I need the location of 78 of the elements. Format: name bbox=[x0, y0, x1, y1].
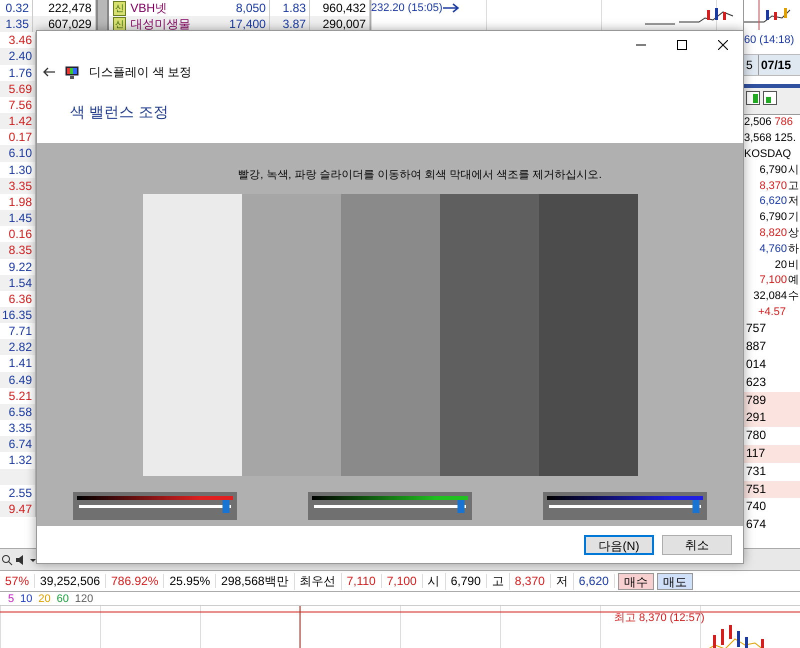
legend-item: 10 bbox=[20, 592, 32, 604]
new-badge: 신 bbox=[112, 16, 126, 32]
color-slider[interactable] bbox=[308, 492, 472, 520]
trade-button[interactable]: 매도 bbox=[656, 572, 693, 590]
slider-thumb[interactable] bbox=[692, 500, 700, 513]
stat-value: 57% bbox=[0, 574, 36, 588]
dialog-button[interactable]: 취소 bbox=[662, 534, 732, 554]
quote-value: 786 bbox=[774, 116, 793, 130]
quote-text: 고 bbox=[788, 180, 799, 193]
quote-value: 125. bbox=[774, 132, 796, 146]
new-badge: 신 bbox=[112, 0, 126, 16]
market-label: KOSDAQ bbox=[744, 148, 792, 161]
chart-label: 최고 8,370 (12:57) bbox=[614, 611, 704, 625]
chart-label: 60 (14:18) bbox=[744, 33, 796, 48]
column-splitter bbox=[96, 0, 109, 16]
stat-value: 6,790 bbox=[446, 574, 487, 588]
quote-text: 6,620 bbox=[759, 195, 787, 208]
stat-value: 8,370 bbox=[510, 574, 551, 588]
color-slider[interactable] bbox=[73, 492, 237, 520]
legend-item: 5 bbox=[8, 592, 14, 604]
window-title: 디스플레이 색 보정 bbox=[89, 64, 192, 80]
slider-thumb[interactable] bbox=[458, 500, 465, 513]
close-icon[interactable] bbox=[718, 40, 728, 50]
stock-name[interactable]: 대성미생물 bbox=[130, 16, 214, 33]
legend-item: 120 bbox=[74, 592, 94, 604]
list-cell: 789 bbox=[744, 392, 800, 410]
quote-text: 32,084 bbox=[753, 290, 787, 304]
trade-button[interactable]: 매수 bbox=[618, 572, 654, 590]
quote-text: 8,820 bbox=[759, 226, 787, 240]
quote-text: 20 bbox=[774, 258, 787, 272]
stat-value: 25.95% bbox=[164, 574, 216, 588]
quote-text: 8,370 bbox=[759, 180, 787, 193]
stat-value: 7,100 bbox=[382, 574, 423, 588]
legend-item: 20 bbox=[38, 592, 51, 604]
search-icon[interactable] bbox=[1, 554, 13, 566]
quote-text: 6,790 bbox=[759, 164, 787, 177]
stat-value: 저 bbox=[550, 572, 574, 590]
stat-value: 고 bbox=[486, 572, 510, 590]
stat-value: 298,568백만 bbox=[216, 572, 295, 590]
quote-text: 7,100 bbox=[759, 274, 787, 288]
list-cell: 751 bbox=[744, 480, 800, 498]
date-cell: 5 bbox=[744, 55, 759, 75]
quote-text: 4,760 bbox=[759, 242, 787, 256]
monitor-icon bbox=[65, 66, 79, 78]
quote-text: 예 bbox=[788, 274, 799, 288]
quote-text: 하 bbox=[788, 242, 799, 256]
chart-icon[interactable] bbox=[763, 91, 777, 105]
change-rate: +4.57 bbox=[758, 306, 786, 319]
stat-value: 786.92% bbox=[106, 574, 164, 588]
page-heading: 색 밸런스 조정 bbox=[70, 103, 170, 123]
list-cell: 117 bbox=[744, 444, 800, 463]
stat-value: 39,252,506 bbox=[35, 574, 106, 588]
back-arrow-icon[interactable] bbox=[43, 67, 55, 77]
color-slider[interactable] bbox=[543, 492, 707, 520]
maximize-icon[interactable] bbox=[676, 40, 686, 50]
chart-label: 232.20 (15:05) bbox=[371, 2, 443, 14]
dialog-button[interactable]: 다음(N) bbox=[584, 534, 654, 554]
date-cell: 07/15 bbox=[759, 55, 800, 75]
slider-thumb[interactable] bbox=[222, 500, 230, 513]
quote-text: 비 bbox=[788, 258, 799, 272]
legend-item: 60 bbox=[56, 592, 69, 604]
stat-value: 6,620 bbox=[574, 574, 615, 588]
stock-name[interactable]: VBH넷 bbox=[130, 0, 214, 17]
quote-text: 6,790 bbox=[759, 211, 787, 224]
chart-icon[interactable] bbox=[746, 91, 760, 105]
quote-value: 2,506 bbox=[744, 116, 772, 130]
quote-text: 저 bbox=[788, 195, 799, 208]
quote-text: 수 bbox=[788, 290, 799, 304]
quote-value: 3,568 bbox=[744, 132, 772, 146]
quote-text: 시 bbox=[788, 164, 799, 177]
stat-value: 시 bbox=[422, 572, 446, 590]
stat-value: 7,110 bbox=[342, 574, 382, 588]
quote-text: 상 bbox=[788, 226, 799, 240]
instruction-text: 빨강, 녹색, 파랑 슬라이더를 이동하여 회색 막대에서 색조를 제거하십시오. bbox=[238, 168, 602, 183]
quote-text: 기 bbox=[788, 211, 799, 224]
arrow-icon bbox=[442, 3, 461, 13]
stat-value: 최우선 bbox=[294, 572, 342, 590]
list-cell: 291 bbox=[744, 409, 800, 428]
